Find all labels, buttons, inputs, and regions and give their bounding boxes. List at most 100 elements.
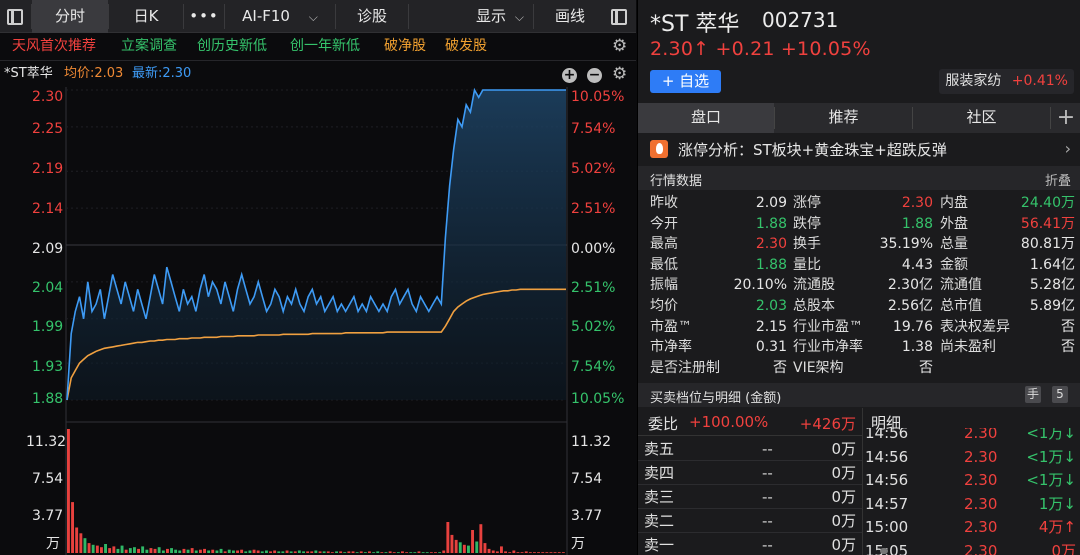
- volume-bar: [83, 538, 87, 553]
- tag-item[interactable]: 破发股: [445, 36, 487, 56]
- volume-bar: [297, 550, 301, 553]
- volume-bar: [87, 543, 91, 553]
- price-axis-label: 1.88: [32, 391, 64, 407]
- book-level-volume: 0万: [831, 512, 856, 530]
- volume-bar: [190, 548, 194, 553]
- volume-bar: [500, 546, 503, 553]
- volume-bar: [277, 551, 281, 553]
- quote-label: 市盈™: [650, 318, 692, 335]
- tab-intraday[interactable]: 分时: [32, 0, 108, 33]
- book-level-volume: 0万: [831, 464, 856, 482]
- add-tab-button[interactable]: +: [1051, 103, 1080, 133]
- tick-time: 14:57: [865, 494, 909, 513]
- tick-price: 2.30: [964, 471, 998, 490]
- book-level-price: --: [762, 464, 773, 482]
- layout-right-icon[interactable]: [604, 0, 634, 33]
- price-axis-label: 2.09: [32, 241, 64, 257]
- tab-recommend[interactable]: 推荐: [775, 103, 912, 133]
- volume-bar: [368, 551, 371, 553]
- volume-bar: [133, 547, 136, 553]
- legend-latest-price: 最新:2.30: [132, 66, 192, 81]
- tick-time: 14:56: [865, 471, 909, 490]
- chart-settings-gear-icon[interactable]: ⚙: [612, 64, 627, 84]
- scrollbar-thumb[interactable]: [880, 548, 888, 554]
- zoom-out-icon[interactable]: −: [587, 68, 602, 83]
- volume-bar: [293, 551, 297, 553]
- quote-section-title: 行情数据: [650, 174, 703, 189]
- pct-axis-label: 0.00%: [571, 241, 616, 257]
- volume-bar: [363, 552, 367, 553]
- volume-bar: [467, 545, 470, 553]
- volume-bar: [227, 549, 231, 553]
- settings-gear-icon[interactable]: ⚙: [612, 36, 627, 56]
- tag-item[interactable]: 创历史新低: [197, 36, 267, 56]
- volume-bar: [100, 547, 103, 553]
- volume-bar: [322, 551, 326, 553]
- tag-bar: 天风首次推荐 立案调查 创历史新低 创一年新低 破净股 破发股 ⚙: [0, 33, 636, 61]
- draw-line-button[interactable]: 画线: [540, 0, 600, 33]
- hand-toggle-button[interactable]: 手: [1025, 386, 1041, 403]
- volume-bar: [124, 549, 128, 553]
- tag-item[interactable]: 破净股: [384, 36, 426, 56]
- tick-time: 15:00: [865, 518, 909, 537]
- limit-up-analysis[interactable]: 涨停分析：ST板块+黄金珠宝+超跌反弹 ›: [638, 134, 1080, 165]
- price-axis-label: 2.19: [32, 161, 64, 177]
- volume-bar: [116, 548, 120, 553]
- volume-bar: [479, 524, 483, 553]
- tag-item[interactable]: 天风首次推荐: [12, 36, 96, 56]
- tag-item[interactable]: 立案调查: [121, 36, 177, 56]
- volume-bar: [454, 539, 458, 553]
- tab-community[interactable]: 社区: [913, 103, 1050, 133]
- volume-bar: [553, 552, 557, 553]
- volume-bar: [388, 551, 392, 553]
- tab-order-book[interactable]: 盘口: [638, 103, 774, 133]
- volume-bar: [178, 550, 182, 553]
- tick-price: 2.30: [964, 428, 998, 442]
- volume-bar: [421, 552, 425, 553]
- quote-label: 外盘: [940, 215, 968, 232]
- quote-value: 24.40万: [1020, 195, 1075, 211]
- tab-daily-k[interactable]: 日K: [109, 0, 183, 33]
- quote-label: 总量: [940, 236, 968, 253]
- display-dropdown[interactable]: 显示 ⌵: [470, 0, 530, 33]
- intraday-chart[interactable]: 2.30 2.25 2.19 2.14 2.09 2.04 1.99 1.93 …: [0, 87, 636, 555]
- volume-bar: [541, 552, 545, 553]
- order-ratio-row: 委比 +100.00% +426万: [638, 408, 862, 436]
- fold-button[interactable]: 折叠: [1045, 170, 1071, 189]
- tick-price: 2.30: [964, 447, 998, 466]
- volume-bar: [528, 552, 532, 553]
- zoom-in-icon[interactable]: +: [562, 68, 577, 83]
- tick-list[interactable]: 14:56 2.30 <1万↓ 14:56 2.30 <1万↓ 14:56 2.30 <1万↓ 1…: [863, 428, 1080, 555]
- volume-bar: [450, 534, 454, 553]
- layout-toggle-icon[interactable]: [0, 0, 30, 33]
- diagnose-button[interactable]: 诊股: [336, 0, 408, 33]
- quote-section-header: 行情数据 折叠: [638, 166, 1080, 190]
- volume-bar: [145, 549, 149, 553]
- more-menu-button[interactable]: •••: [184, 0, 224, 33]
- sector-badge[interactable]: 服装家纺 +0.41%: [939, 69, 1074, 94]
- quote-label: 量比: [793, 256, 821, 273]
- add-to-watchlist-button[interactable]: + 自选: [650, 70, 721, 93]
- price-axis-label: 2.25: [32, 121, 64, 137]
- tick-time: 14:56: [865, 447, 909, 466]
- volume-bar: [269, 551, 272, 553]
- volume-bar: [71, 502, 74, 553]
- quote-value: 5.89亿: [1029, 298, 1075, 314]
- quote-label: 尚未盈利: [940, 339, 996, 356]
- tag-item[interactable]: 创一年新低: [290, 36, 360, 56]
- limit-up-text: 涨停分析：ST板块+黄金珠宝+超跌反弹: [678, 141, 947, 159]
- volume-bar: [392, 552, 396, 553]
- quote-label: 市净率: [650, 339, 692, 356]
- depth-level-button[interactable]: 5: [1052, 386, 1068, 403]
- quote-value: 否: [773, 359, 787, 376]
- volume-bar: [446, 522, 450, 553]
- chart-svg: [65, 87, 568, 555]
- volume-bar: [137, 548, 140, 553]
- ai-f10-dropdown[interactable]: AI-F10 ⌵: [225, 0, 335, 33]
- quote-value: 2.03: [755, 298, 787, 314]
- quote-label: 今开: [650, 215, 678, 232]
- volume-bar: [483, 543, 487, 553]
- quote-value: 1.38: [901, 339, 933, 356]
- volume-bar: [434, 552, 437, 553]
- chevron-right-icon: ›: [1064, 139, 1071, 158]
